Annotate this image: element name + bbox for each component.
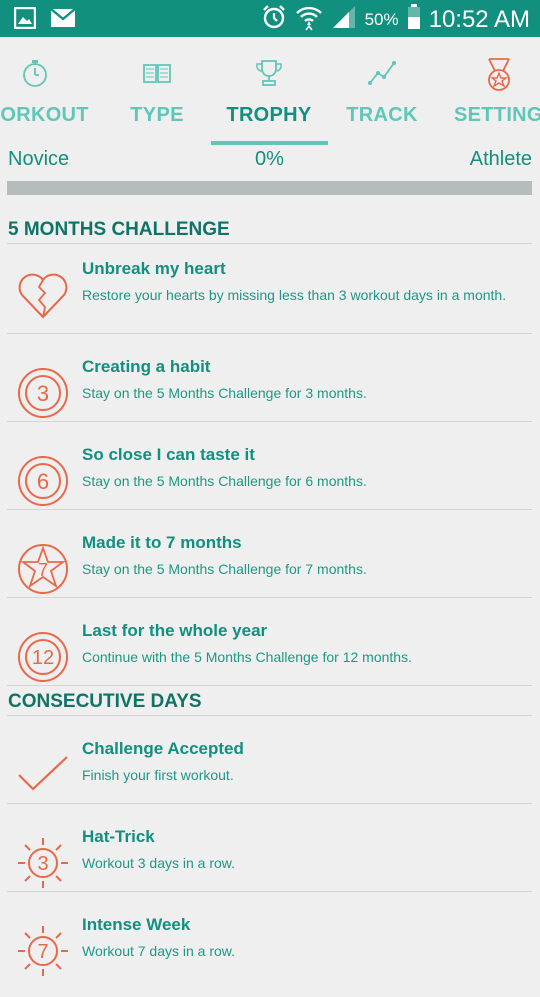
alarm-icon xyxy=(261,4,287,35)
active-tab-indicator xyxy=(211,141,328,145)
circle-6-icon: 6 xyxy=(15,453,71,509)
tab-label: SETTING xyxy=(454,104,540,126)
status-bar: 50% 10:52 AM xyxy=(0,0,540,37)
item-description: Finish your first workout. xyxy=(82,767,234,783)
tab-label: WORKOUT xyxy=(0,104,89,126)
list-item[interactable]: 12 Last for the whole year Continue with… xyxy=(0,615,540,703)
item-description: Workout 7 days in a row. xyxy=(82,943,236,959)
medal-icon xyxy=(481,57,513,91)
checkmark-icon xyxy=(15,747,71,803)
list-item[interactable]: 6 So close I can taste it Stay on the 5 … xyxy=(0,439,540,527)
list-item[interactable]: 7 Made it to 7 months Stay on the 5 Mont… xyxy=(0,527,540,615)
divider xyxy=(7,803,532,804)
section-title: 5 MONTHS CHALLENGE xyxy=(8,219,230,240)
divider xyxy=(7,243,532,244)
star-7-icon: 7 xyxy=(15,541,71,597)
tab-trophy[interactable]: TROPHY xyxy=(204,37,334,145)
list-item[interactable]: Challenge Accepted Finish your first wor… xyxy=(0,733,540,821)
item-description: Stay on the 5 Months Challenge for 7 mon… xyxy=(82,561,367,577)
progress-bar xyxy=(7,181,532,195)
battery-percent: 50% xyxy=(364,9,399,29)
stopwatch-icon xyxy=(19,57,51,89)
divider xyxy=(7,597,532,598)
tab-type[interactable]: TYPE xyxy=(92,37,222,145)
email-icon xyxy=(50,7,76,34)
line-chart-icon xyxy=(366,57,398,89)
badge-number: 3 xyxy=(37,381,49,406)
item-description: Stay on the 5 Months Challenge for 6 mon… xyxy=(82,473,367,489)
item-title: So close I can taste it xyxy=(82,445,255,464)
tab-label: TROPHY xyxy=(226,104,312,126)
clock-time: 10:52 AM xyxy=(428,5,530,33)
divider xyxy=(7,715,532,716)
list-item[interactable]: 3 Creating a habit Stay on the 5 Months … xyxy=(0,351,540,439)
level-end-label: Athlete xyxy=(469,148,532,170)
tab-label: TYPE xyxy=(130,104,184,126)
sun-3-icon: 3 xyxy=(15,835,71,891)
badge-number: 12 xyxy=(32,647,54,669)
gallery-icon xyxy=(13,6,37,34)
item-description: Continue with the 5 Months Challenge for… xyxy=(82,649,412,665)
badge-number: 6 xyxy=(37,469,49,494)
badge-number: 7 xyxy=(38,560,48,580)
signal-icon xyxy=(331,4,357,35)
item-description: Stay on the 5 Months Challenge for 3 mon… xyxy=(82,385,367,401)
list-item[interactable]: 3 Hat-Trick Workout 3 days in a row. xyxy=(0,821,540,909)
book-icon xyxy=(141,57,173,89)
item-description: Restore your hearts by missing less than… xyxy=(82,287,507,303)
tab-setting[interactable]: SETTING xyxy=(444,37,540,145)
item-title: Made it to 7 months xyxy=(82,533,242,552)
divider xyxy=(7,421,532,422)
badge-number: 3 xyxy=(37,853,48,875)
item-title: Hat-Trick xyxy=(82,827,155,846)
tab-workout[interactable]: WORKOUT xyxy=(0,37,100,145)
item-title: Intense Week xyxy=(82,915,191,934)
wifi-icon xyxy=(295,3,323,36)
trophy-icon xyxy=(253,57,285,89)
divider xyxy=(7,509,532,510)
divider xyxy=(7,685,532,686)
progress-labels: Novice 0% Athlete xyxy=(0,148,540,176)
circle-12-icon: 12 xyxy=(15,629,71,685)
tab-bar: WORKOUT TYPE TROPHY TRACK SETTING xyxy=(0,37,540,145)
list-item[interactable]: Unbreak my heart Restore your hearts by … xyxy=(0,253,540,341)
tab-label: TRACK xyxy=(346,104,418,126)
item-title: Creating a habit xyxy=(82,357,211,376)
divider xyxy=(7,891,532,892)
sun-7-icon: 7 xyxy=(15,923,71,979)
battery-icon xyxy=(407,4,421,35)
item-title: Challenge Accepted xyxy=(82,739,244,758)
circle-3-icon: 3 xyxy=(15,365,71,421)
level-start-label: Novice xyxy=(8,148,70,170)
item-title: Last for the whole year xyxy=(82,621,268,640)
item-description: Workout 3 days in a row. xyxy=(82,855,236,871)
list-item[interactable]: 7 Intense Week Workout 7 days in a row. xyxy=(0,909,540,997)
progress-percent: 0% xyxy=(255,148,284,170)
divider xyxy=(7,333,532,334)
item-title: Unbreak my heart xyxy=(82,259,226,278)
tab-track[interactable]: TRACK xyxy=(317,37,447,145)
broken-heart-icon xyxy=(15,267,71,323)
section-title: CONSECUTIVE DAYS xyxy=(8,691,202,712)
